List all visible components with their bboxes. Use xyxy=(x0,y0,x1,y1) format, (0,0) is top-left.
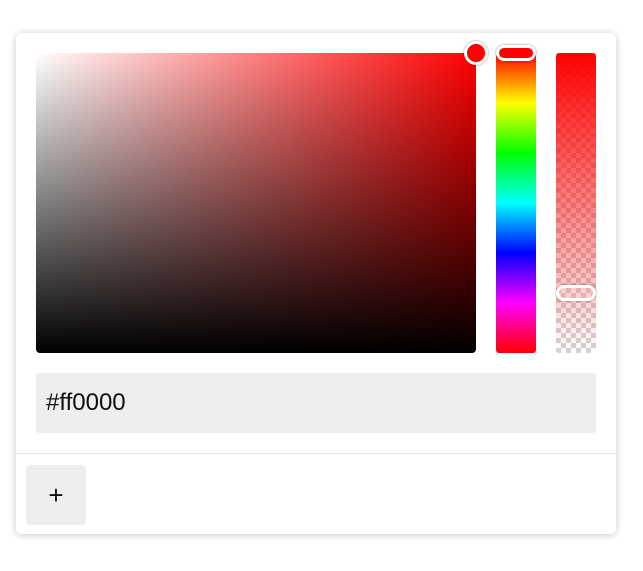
color-picker-panel: + xyxy=(16,33,616,534)
alpha-slider-handle[interactable] xyxy=(556,285,596,301)
alpha-slider[interactable] xyxy=(556,53,596,353)
add-color-button[interactable]: + xyxy=(26,465,86,525)
saturation-brightness-area[interactable] xyxy=(36,41,488,353)
divider xyxy=(16,453,616,454)
hex-color-input[interactable] xyxy=(36,373,596,433)
hue-slider[interactable] xyxy=(496,45,536,353)
saturation-handle[interactable] xyxy=(464,41,488,65)
saturation-gradient xyxy=(36,53,476,353)
hue-slider-handle[interactable] xyxy=(496,45,536,61)
alpha-gradient xyxy=(556,53,596,353)
